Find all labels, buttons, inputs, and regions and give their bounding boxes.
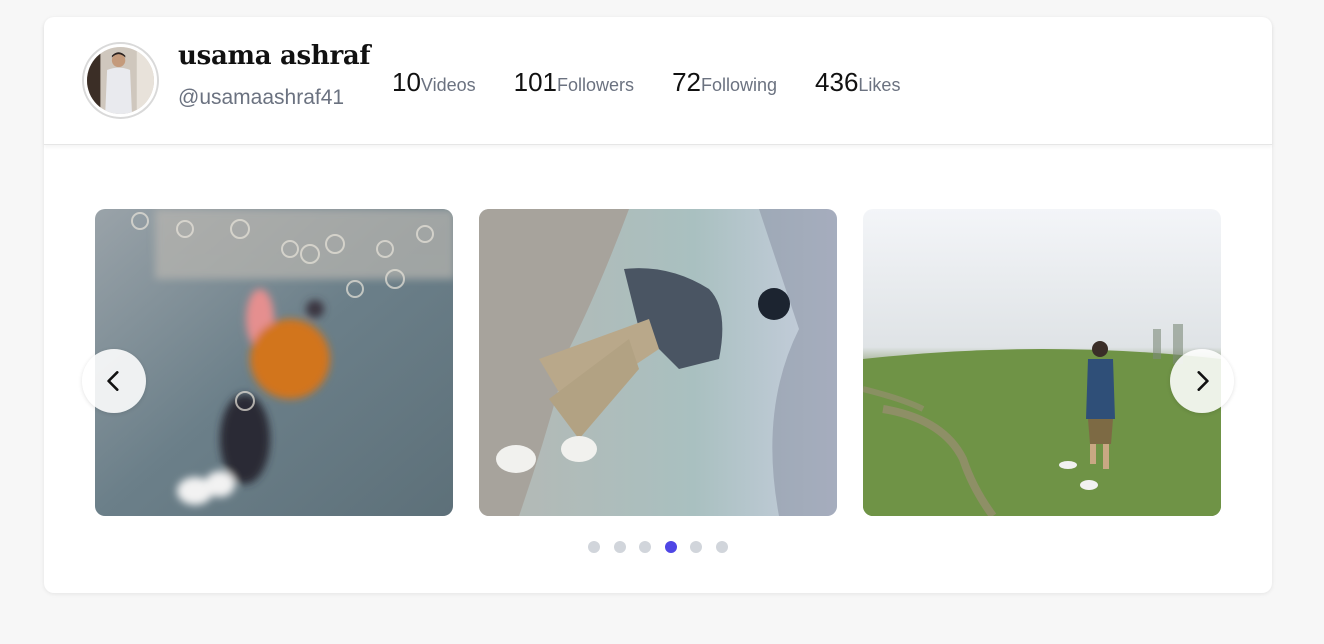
video-carousel [95, 209, 1221, 516]
profile-header: usama ashraf @usamaashraf41 10 Videos 10… [44, 17, 1272, 145]
pagination-dot[interactable] [588, 541, 600, 553]
avatar-photo [87, 47, 154, 114]
stat-following[interactable]: 72 Following [672, 67, 777, 98]
carousel-pagination [588, 541, 741, 553]
stat-label: Followers [557, 75, 635, 95]
chevron-right-icon [1197, 371, 1209, 391]
pagination-dot[interactable] [715, 541, 728, 553]
pagination-dot[interactable] [613, 541, 626, 553]
stat-value: 72 [672, 67, 701, 97]
profile-stats: 10 Videos 101 Followers 72 Following 436… [392, 67, 938, 98]
stat-value: 101 [513, 67, 558, 97]
avatar[interactable] [82, 42, 159, 119]
pagination-dot[interactable] [690, 541, 702, 553]
stat-followers[interactable]: 101 Followers [514, 67, 634, 98]
stat-label: Videos [420, 75, 476, 95]
stat-videos[interactable]: 10 Videos [392, 67, 476, 98]
video-thumbnail-3[interactable] [863, 209, 1221, 516]
carousel-next-button[interactable] [1170, 349, 1234, 413]
username-handle: @usamaashraf41 [178, 86, 345, 109]
chevron-left-icon [107, 371, 119, 391]
stat-value: 10 [392, 67, 421, 97]
pagination-dot-active[interactable] [664, 541, 677, 553]
stat-value: 436 [815, 67, 859, 97]
stat-label: Likes [858, 75, 901, 95]
man-on-rock-image [479, 209, 837, 516]
video-thumbnail-2[interactable] [479, 209, 837, 516]
carousel-prev-button[interactable] [82, 349, 146, 413]
stat-label: Following [700, 75, 778, 95]
profile-card: usama ashraf @usamaashraf41 10 Videos 10… [44, 17, 1272, 593]
stat-likes[interactable]: 436 Likes [815, 67, 900, 98]
foggy-meadow-image [863, 209, 1221, 516]
video-thumbnail-1[interactable] [95, 209, 453, 516]
blurred-motion-image [95, 209, 453, 516]
pagination-dot[interactable] [639, 541, 651, 553]
display-name: usama ashraf [178, 41, 371, 71]
